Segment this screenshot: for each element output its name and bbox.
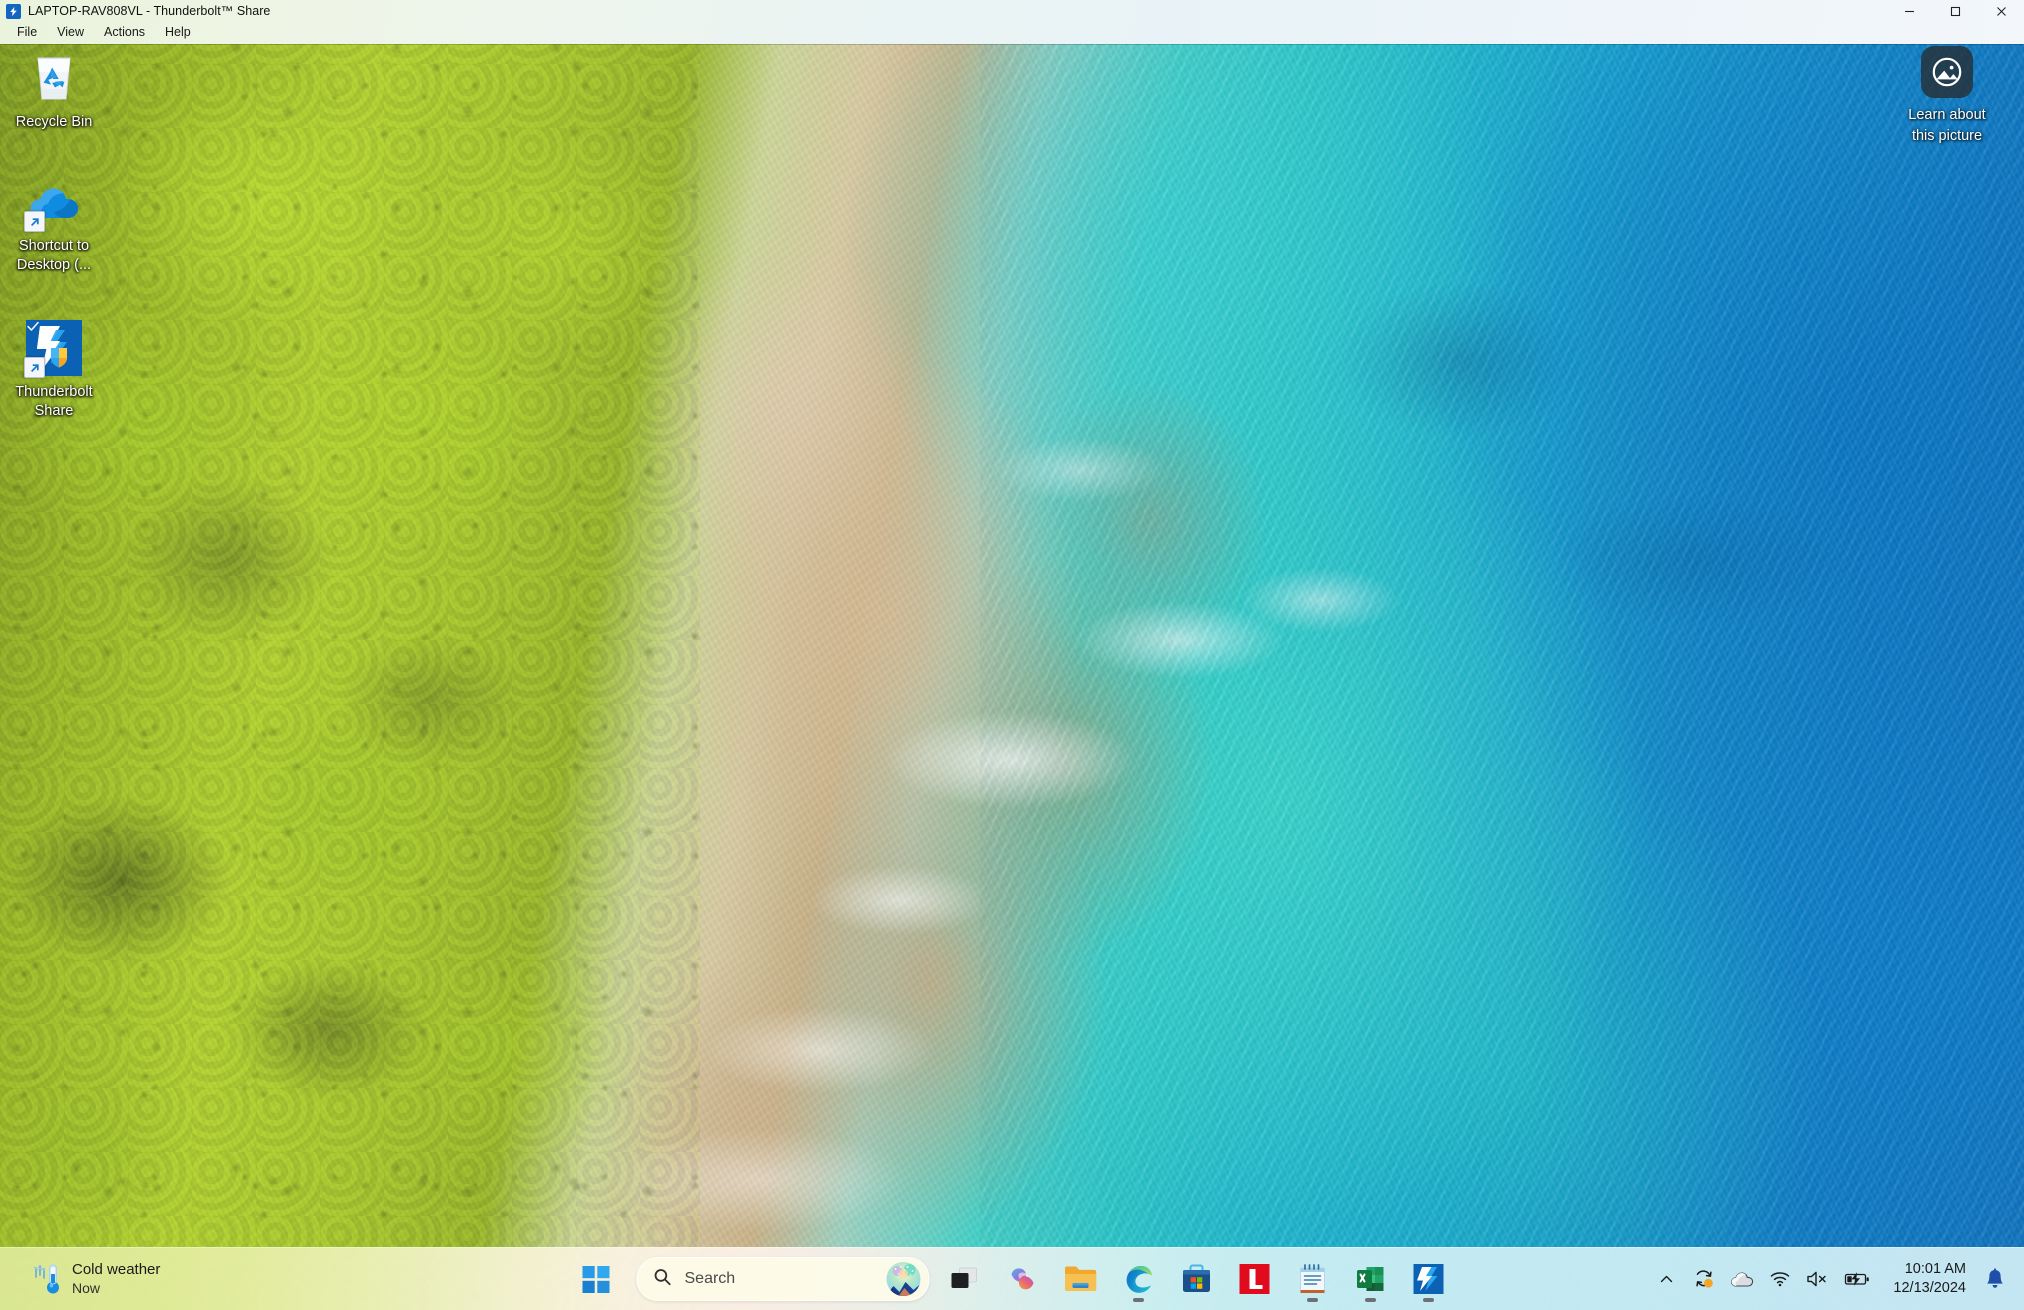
taskbar-app-file-explorer[interactable] [1057, 1255, 1105, 1303]
battery-charging-icon[interactable] [1837, 1257, 1877, 1301]
search-placeholder: Search [684, 1270, 736, 1287]
tray-overflow-button[interactable] [1652, 1257, 1681, 1301]
windows-update-icon[interactable] [1687, 1257, 1721, 1301]
recycle-bin-icon [24, 48, 84, 108]
close-button[interactable] [1978, 0, 2024, 22]
start-button[interactable] [572, 1255, 620, 1303]
picture-info-icon [1921, 46, 1973, 98]
weather-title: Cold weather [72, 1261, 161, 1278]
tray-icon-group[interactable] [1681, 1257, 1883, 1301]
desktop-wallpaper [0, 0, 2024, 1310]
menu-item-help[interactable]: Help [156, 23, 200, 42]
learn-about-picture-widget[interactable]: Learn about this picture [1882, 46, 2012, 147]
weather-subtitle: Now [72, 1280, 101, 1296]
thermometer-cold-icon [32, 1262, 62, 1296]
clock-time: 10:01 AM [1904, 1261, 1966, 1277]
bing-discover-icon[interactable] [886, 1262, 921, 1296]
system-tray: 10:01 AM 12/13/2024 [1652, 1248, 2014, 1310]
sync-check-icon [26, 319, 40, 333]
menu-item-file[interactable]: File [8, 23, 46, 42]
desktop-icon-shortcut-to-desktop[interactable]: Shortcut to Desktop (... [0, 172, 108, 275]
running-indicator [1133, 1298, 1144, 1302]
desktop-screen: LAPTOP-RAV808VL - Thunderbolt™ Share Fil… [0, 0, 2024, 1310]
window-controls [1886, 0, 2024, 22]
taskbar-app-thunderbolt-share[interactable] [1405, 1255, 1453, 1303]
onedrive-icon[interactable] [1723, 1257, 1761, 1301]
desktop-icon-label: Thunderbolt Share [15, 384, 93, 419]
taskbar-clock[interactable]: 10:01 AM 12/13/2024 [1883, 1257, 1976, 1301]
thunderbolt-share-window[interactable]: LAPTOP-RAV808VL - Thunderbolt™ Share Fil… [0, 0, 2024, 44]
thunderbolt-icon [6, 3, 21, 19]
notification-bell-icon[interactable] [1976, 1257, 2014, 1301]
thunderbolt-share-icon [24, 318, 84, 378]
taskbar-center-cluster: Search [567, 1248, 1458, 1310]
running-indicator [1423, 1298, 1434, 1302]
minimize-button[interactable] [1886, 0, 1932, 22]
shortcut-overlay-icon [24, 357, 45, 378]
taskbar-app-lenovo-vantage[interactable] [1231, 1255, 1279, 1303]
taskbar-weather-widget[interactable]: Cold weather Now [22, 1256, 170, 1302]
volume-muted-icon[interactable] [1799, 1257, 1835, 1301]
window-menu-bar: File View Actions Help [0, 22, 2024, 42]
running-indicator [1365, 1298, 1376, 1302]
learn-about-picture-label: Learn about this picture [1908, 105, 1985, 147]
onedrive-cloud-icon [24, 172, 84, 232]
shortcut-overlay-icon [24, 211, 45, 232]
taskbar: Cold weather Now Search 10:01 AM 12/13/2… [0, 1247, 2024, 1310]
desktop-icon-recycle-bin[interactable]: Recycle Bin [0, 48, 108, 132]
learn-line-2: this picture [1911, 128, 1983, 144]
window-title: LAPTOP-RAV808VL - Thunderbolt™ Share [28, 4, 271, 18]
window-client-area [0, 42, 2024, 44]
learn-line-1: Learn about [1908, 107, 1986, 123]
taskbar-app-microsoft-store[interactable] [1173, 1255, 1221, 1303]
desktop-icon-thunderbolt-share[interactable]: Thunderbolt Share [0, 318, 108, 421]
menu-item-actions[interactable]: Actions [95, 23, 154, 42]
menu-item-view[interactable]: View [48, 23, 93, 42]
desktop-icon-label: Recycle Bin [15, 114, 93, 130]
clock-date: 12/13/2024 [1893, 1280, 1966, 1296]
taskbar-app-excel[interactable] [1347, 1255, 1395, 1303]
window-title-bar[interactable]: LAPTOP-RAV808VL - Thunderbolt™ Share [0, 0, 2024, 22]
search-icon [654, 1268, 672, 1291]
taskbar-app-edge[interactable] [1115, 1255, 1163, 1303]
desktop-icon-label: Shortcut to Desktop (... [16, 238, 92, 273]
taskbar-app-notepad[interactable] [1289, 1255, 1337, 1303]
task-view-button[interactable] [941, 1255, 989, 1303]
search-input[interactable]: Search [636, 1257, 930, 1301]
weather-text: Cold weather Now [72, 1260, 160, 1298]
taskbar-app-copilot[interactable] [999, 1255, 1047, 1303]
running-indicator [1307, 1298, 1318, 1302]
maximize-button[interactable] [1932, 0, 1978, 22]
wifi-icon[interactable] [1763, 1257, 1797, 1301]
